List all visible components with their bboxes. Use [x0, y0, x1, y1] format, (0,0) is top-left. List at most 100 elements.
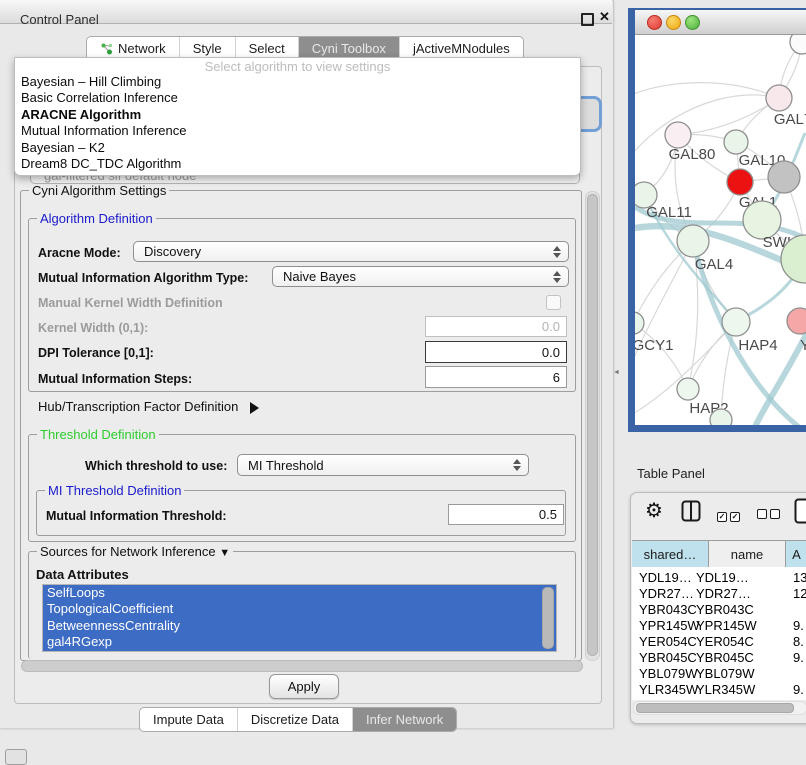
cyni-toolbox-bottom-tabs: Impute Data Discretize Data Infer Network: [139, 707, 457, 732]
attribute-item-topologicalcoefficient[interactable]: TopologicalCoefficient: [43, 601, 556, 617]
table-cell: YER054C: [639, 634, 697, 649]
dpi-tolerance-field[interactable]: 0.0: [425, 341, 567, 363]
minimized-panel-icon[interactable]: [5, 749, 27, 765]
float-window-icon[interactable]: [581, 13, 594, 26]
table-cell: YDR27…: [696, 586, 751, 601]
show-selected-columns-icon[interactable]: ✓✓: [717, 506, 743, 524]
table-horizontal-scrollbar[interactable]: [633, 701, 806, 715]
tab-impute-data[interactable]: Impute Data: [140, 708, 237, 731]
table-function-icon[interactable]: [794, 498, 806, 524]
kernel-width-label: Kernel Width (0,1):: [38, 321, 148, 335]
table-cell: 8.: [793, 634, 804, 649]
close-icon[interactable]: ✕: [599, 9, 610, 25]
network-node-gal1[interactable]: [727, 169, 753, 195]
network-node[interactable]: [790, 35, 806, 54]
table-panel-title: Table Panel: [637, 466, 705, 481]
hub-factor-expander[interactable]: Hub/Transcription Factor Definition: [38, 399, 259, 414]
aracne-mode-label: Aracne Mode:: [38, 246, 121, 260]
mi-steps-field[interactable]: 6: [425, 366, 567, 388]
apply-button[interactable]: Apply: [269, 674, 339, 699]
table-row[interactable]: YIL052CYIL052C9: [632, 698, 806, 700]
network-window-titlebar[interactable]: [635, 10, 806, 35]
mi-type-value: Naive Bayes: [283, 269, 356, 284]
node-label: GAL4: [695, 256, 733, 273]
split-columns-icon[interactable]: [681, 500, 701, 522]
hide-columns-icon[interactable]: [757, 506, 783, 524]
algorithm-option-bayesian-hill-climbing[interactable]: Bayesian – Hill Climbing: [18, 74, 576, 90]
column-header-a[interactable]: A: [786, 541, 806, 567]
table-row[interactable]: YDL19…YDL19…13: [632, 570, 806, 586]
which-threshold-combo[interactable]: MI Threshold: [237, 454, 529, 476]
dpi-tolerance-value: 0.0: [542, 345, 560, 360]
network-node-gal4[interactable]: [677, 225, 709, 257]
table-cell: 9.: [793, 618, 804, 633]
mi-threshold-group-title: MI Threshold Definition: [45, 483, 184, 498]
tab-discretize-data[interactable]: Discretize Data: [237, 708, 352, 731]
algorithm-dropdown-placeholder: Select algorithm to view settings: [15, 59, 580, 74]
network-node-gal7[interactable]: [766, 85, 792, 111]
algorithm-option-aracne-algorithm[interactable]: ARACNE Algorithm: [18, 107, 576, 123]
gear-icon[interactable]: ⚙: [645, 501, 663, 521]
algorithm-option-basic-correlation-inference[interactable]: Basic Correlation Inference: [18, 90, 576, 106]
table-cell: YBL079W: [696, 666, 755, 681]
network-canvas[interactable]: GAL7GAL80GAL10GAL1GAL11SWI4GAL4GCY1HAP4Y…: [635, 35, 806, 425]
column-header-shared-[interactable]: shared…: [632, 541, 709, 567]
table-cell: YBR045C: [696, 650, 754, 665]
attribute-item-gal4rgexp[interactable]: gal4RGexp: [43, 634, 556, 650]
algorithm-option-mutual-information-inference[interactable]: Mutual Information Inference: [18, 123, 576, 139]
collapse-arrow-icon[interactable]: ▼: [219, 547, 230, 559]
network-node[interactable]: [768, 161, 800, 193]
panel-splitter-handle[interactable]: ◄: [613, 369, 620, 376]
settings-horizontal-scrollbar[interactable]: [21, 660, 583, 672]
table-row[interactable]: YBR043CYBR043C: [632, 602, 806, 618]
scrollbar-thumb[interactable]: [587, 194, 598, 656]
data-attributes-label: Data Attributes: [36, 567, 129, 582]
tab-label: Infer Network: [366, 712, 443, 727]
algorithm-dropdown-items: Bayesian – Hill ClimbingBasic Correlatio…: [18, 74, 576, 172]
table-cell: YBL079W: [639, 666, 698, 681]
settings-vertical-scrollbar[interactable]: [585, 191, 600, 661]
close-traffic-light-icon[interactable]: [647, 15, 662, 30]
kernel-width-field[interactable]: 0.0: [425, 316, 567, 337]
tab-label: Impute Data: [153, 712, 224, 727]
zoom-traffic-light-icon[interactable]: [685, 15, 700, 30]
manual-kernel-checkbox[interactable]: [546, 295, 561, 310]
table-row[interactable]: YLR345WYLR345W9.: [632, 682, 806, 698]
mi-threshold-field[interactable]: 0.5: [448, 504, 564, 525]
column-header-name[interactable]: name: [709, 541, 786, 567]
data-attributes-list[interactable]: SelfLoopsTopologicalCoefficientBetweenne…: [42, 584, 557, 652]
table-row[interactable]: YBL079WYBL079W: [632, 666, 806, 682]
attribute-item-selfloops[interactable]: SelfLoops: [43, 585, 556, 601]
scrollbar-thumb[interactable]: [636, 703, 794, 713]
attribute-item-betweennesscentrality[interactable]: BetweennessCentrality: [43, 618, 556, 634]
table-cell: YBR043C: [639, 602, 697, 617]
aracne-mode-combo[interactable]: Discovery: [133, 241, 569, 262]
hub-factor-label: Hub/Transcription Factor Definition: [38, 399, 238, 414]
network-node-gal10[interactable]: [724, 130, 748, 154]
threshold-definition-title: Threshold Definition: [37, 427, 159, 442]
list-scrollbar[interactable]: [542, 587, 554, 649]
table-cell: 12: [793, 586, 806, 601]
mi-steps-value: 6: [553, 370, 560, 385]
mi-type-combo[interactable]: Naive Bayes: [272, 266, 569, 287]
tab-infer-network[interactable]: Infer Network: [352, 708, 456, 731]
network-node-hap4[interactable]: [722, 308, 750, 336]
table-row[interactable]: YER054CYER054C8.: [632, 634, 806, 650]
table-row[interactable]: YBR045CYBR045C9.: [632, 650, 806, 666]
table-row[interactable]: YDR27…YDR27…12: [632, 586, 806, 602]
table-cell: 9.: [793, 650, 804, 665]
algorithm-option-bayesian-k2[interactable]: Bayesian – K2: [18, 140, 576, 156]
network-node-y[interactable]: [787, 308, 806, 334]
tab-label: Select: [249, 41, 285, 56]
network-node-gal80[interactable]: [665, 122, 691, 148]
table-row[interactable]: YPR145WYPR145W9.: [632, 618, 806, 634]
network-node[interactable]: [710, 409, 732, 425]
table-cell: YIL052C: [696, 698, 747, 700]
mi-steps-label: Mutual Information Steps:: [38, 372, 192, 386]
minimize-traffic-light-icon[interactable]: [666, 15, 681, 30]
aracne-mode-value: Discovery: [144, 244, 201, 259]
apply-button-label: Apply: [288, 679, 321, 694]
table-cell: 9.: [793, 682, 804, 697]
network-node-hap2[interactable]: [677, 378, 699, 400]
algorithm-option-dream8-dc-tdc-algorithm[interactable]: Dream8 DC_TDC Algorithm: [18, 156, 576, 172]
